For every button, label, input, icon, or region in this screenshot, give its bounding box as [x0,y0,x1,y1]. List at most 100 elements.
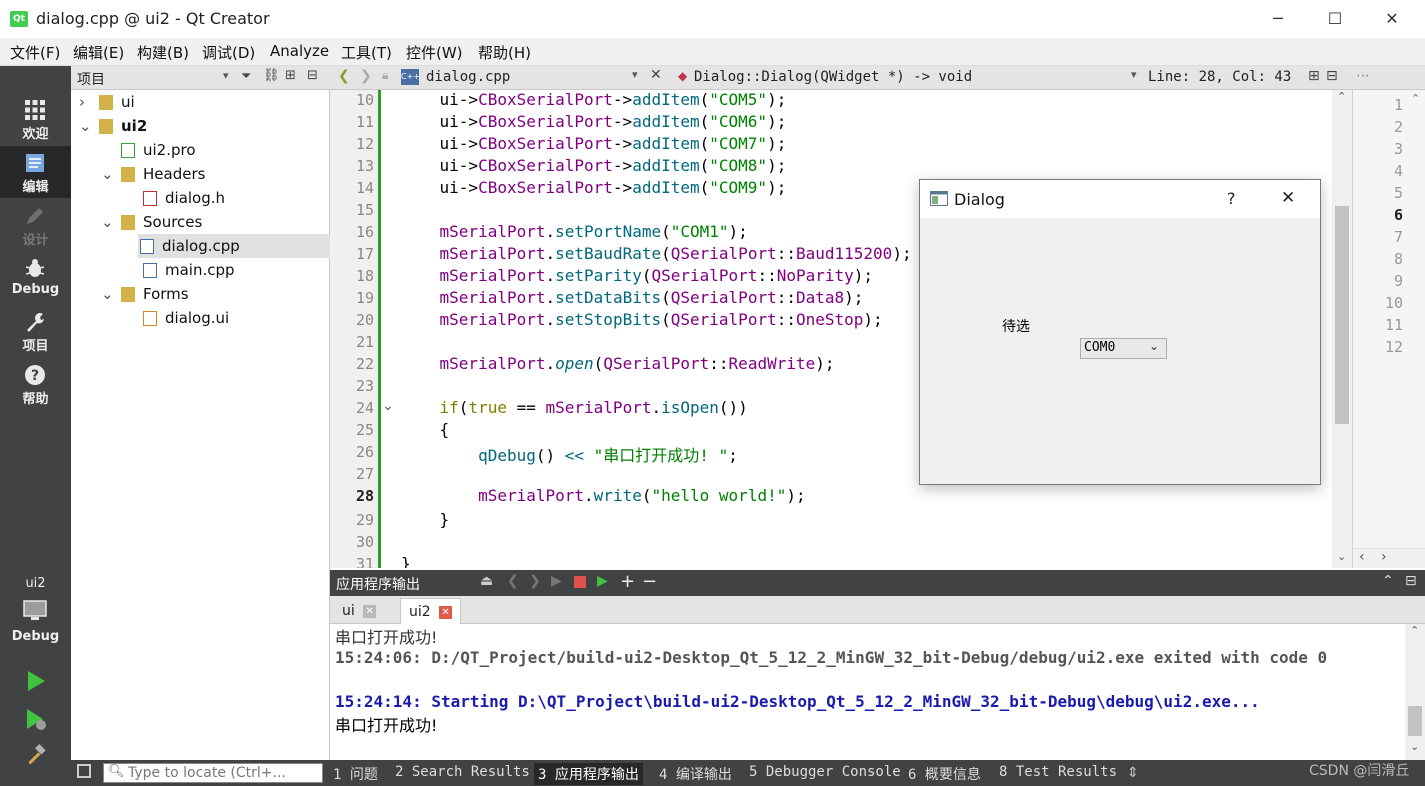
dialog-close-button[interactable]: ✕ [1281,188,1295,208]
zoom-out-icon[interactable]: − [642,571,657,592]
close-file-icon[interactable]: ✕ [650,67,662,83]
scroll-up-icon[interactable]: ⌃ [1337,90,1346,103]
menu-help[interactable]: 帮助(H) [478,42,531,63]
menu-file[interactable]: 文件(F) [10,42,60,63]
mode-debug[interactable]: Debug [0,252,71,304]
chevron-down-icon[interactable]: ⌄ [101,282,114,306]
line-number: 7 [1393,228,1403,246]
code-line: } [401,510,450,529]
menu-tools[interactable]: 工具(T) [341,42,392,63]
tree-item[interactable]: main.cpp [71,258,330,282]
locator-input[interactable]: 🔍︎ Type to locate (Ctrl+... [103,763,323,783]
more-panes-icon[interactable]: ⇕ [1127,765,1139,781]
menu-analyze[interactable]: Analyze [270,42,329,60]
chevron-down-icon[interactable]: ⌄ [101,210,114,234]
scroll-right-icon[interactable]: › [1381,549,1387,565]
tree-item[interactable]: ⌄ ui2 [71,114,330,138]
tree-item[interactable]: dialog.ui [71,306,330,330]
pane-button[interactable]: 5 Debugger Console [745,763,905,781]
prev-icon[interactable]: ❮ [507,573,519,589]
symbol-dropdown-icon[interactable]: ▾ [1131,68,1137,81]
tree-item[interactable]: ui2.pro [71,138,330,162]
debug-attach-icon[interactable]: ▶ [597,573,608,589]
fold-chevron-icon[interactable]: ⌄ [382,398,394,414]
cursor-position[interactable]: Line: 28, Col: 43 [1148,69,1291,85]
menu-edit[interactable]: 编辑(E) [73,42,124,63]
build-button[interactable] [24,744,48,768]
project-panel-title: 项目 [77,72,105,88]
scroll-up-icon[interactable]: ⌃ [1410,624,1419,637]
mode-welcome[interactable]: 欢迎 [0,93,71,145]
maximize-pane-icon[interactable]: ⌃ [1382,573,1394,589]
folder-f-icon [121,287,135,302]
menu-controls[interactable]: 控件(W) [406,42,463,63]
toggle-sidebar-icon[interactable] [77,764,91,778]
close-panel-icon[interactable]: ⊟ [307,68,318,83]
mode-edit[interactable]: 编辑 [0,146,71,198]
locator-placeholder: Type to locate (Ctrl+... [128,765,286,781]
pane-button[interactable]: 4 编译输出 [655,763,736,785]
kit-selector[interactable] [22,599,50,623]
zoom-in-icon[interactable]: + [620,571,635,592]
forward-icon[interactable]: ❯ [360,68,372,84]
scrollbar-thumb[interactable] [1408,706,1422,736]
dialog-help-button[interactable]: ? [1227,189,1236,208]
link-icon[interactable]: ⛓ [263,68,280,83]
menu-debug[interactable]: 调试(D) [202,42,255,63]
tree-item[interactable]: dialog.h [71,186,330,210]
scroll-up-icon[interactable]: ⌃ [1411,92,1420,105]
symbol-selector[interactable]: Dialog::Dialog(QWidget *) -> void [694,69,972,85]
output-vertical-scrollbar[interactable]: ⌃ ⌄ [1405,624,1425,760]
tab-close-icon[interactable]: ✕ [363,604,377,618]
tab-ui[interactable]: ui ✕ [334,598,384,624]
close-window-button[interactable]: ✕ [1369,0,1415,38]
file-dropdown-icon[interactable]: ▾ [632,68,638,81]
scrollbar-thumb[interactable] [1335,206,1349,424]
tree-item[interactable]: › ui [71,90,330,114]
pane-button[interactable]: 6 概要信息 [904,763,985,785]
run-button[interactable] [24,669,48,693]
stop-icon[interactable] [574,576,586,588]
close-split-icon[interactable]: ⊟ [1326,68,1338,84]
close-pane-icon[interactable]: ⊟ [1405,573,1417,589]
tree-item[interactable]: ⌄ Sources [71,210,330,234]
next-icon[interactable]: ❯ [529,573,541,589]
attach-icon[interactable]: ⏏ [480,573,493,589]
secondary-editor-pane[interactable]: 1 2 3 4 5 6 7 8 9 10 11 12 ‹ › ⌃ [1352,90,1425,568]
tab-close-icon[interactable]: ✕ [439,605,453,619]
pane-button[interactable]: 8 Test Results [995,763,1121,781]
project-view-dropdown-icon[interactable]: ▾ [223,69,229,82]
split-editor-icon[interactable]: ⊞ [1308,68,1320,84]
pane-button[interactable]: 3 应用程序输出 [534,763,643,785]
maximize-button[interactable]: ☐ [1312,0,1358,38]
mode-projects[interactable]: 项目 [0,305,71,357]
pane-button[interactable]: 1 问题 [329,763,382,785]
tree-item[interactable]: ⌄ Headers [71,162,330,186]
filter-icon[interactable]: ⏷ [241,69,251,84]
minimap-toolbar-icon[interactable]: ⋯ [1356,68,1370,84]
mode-help[interactable]: ? 帮助 [0,358,71,410]
dialog-window[interactable]: Dialog ? ✕ 待选 COM0 ⌄ [919,179,1321,485]
mode-design[interactable]: 设计 [0,199,71,251]
tab-ui2[interactable]: ui2 ✕ [400,598,462,624]
chevron-down-icon[interactable]: ⌄ [101,162,114,186]
horizontal-scrollbar[interactable]: ‹ › [1353,548,1425,568]
editor-vertical-scrollbar[interactable]: ⌃ ⌄ [1332,90,1352,568]
minimize-button[interactable]: ─ [1255,0,1301,38]
chevron-right-icon[interactable]: › [79,90,85,114]
tree-item[interactable]: dialog.cpp [138,234,330,258]
scroll-left-icon[interactable]: ‹ [1359,549,1365,565]
menu-build[interactable]: 构建(B) [137,42,189,63]
application-output[interactable]: 串口打开成功! 15:24:06: D:/QT_Project/build-ui2… [330,624,1405,760]
debug-run-button[interactable] [24,707,48,731]
back-icon[interactable]: ❮ [338,68,350,84]
rerun-icon[interactable]: ▶ [551,573,562,589]
tree-item[interactable]: ⌄ Forms [71,282,330,306]
pane-button[interactable]: 2 Search Results [391,763,534,781]
scroll-down-icon[interactable]: ⌄ [1410,740,1419,753]
chevron-down-icon[interactable]: ⌄ [79,114,92,138]
scroll-down-icon[interactable]: ⌄ [1337,550,1346,563]
split-icon[interactable]: ⊞ [285,68,296,83]
serial-port-combobox[interactable]: COM0 ⌄ [1080,338,1167,359]
open-file-name[interactable]: dialog.cpp [426,69,510,85]
